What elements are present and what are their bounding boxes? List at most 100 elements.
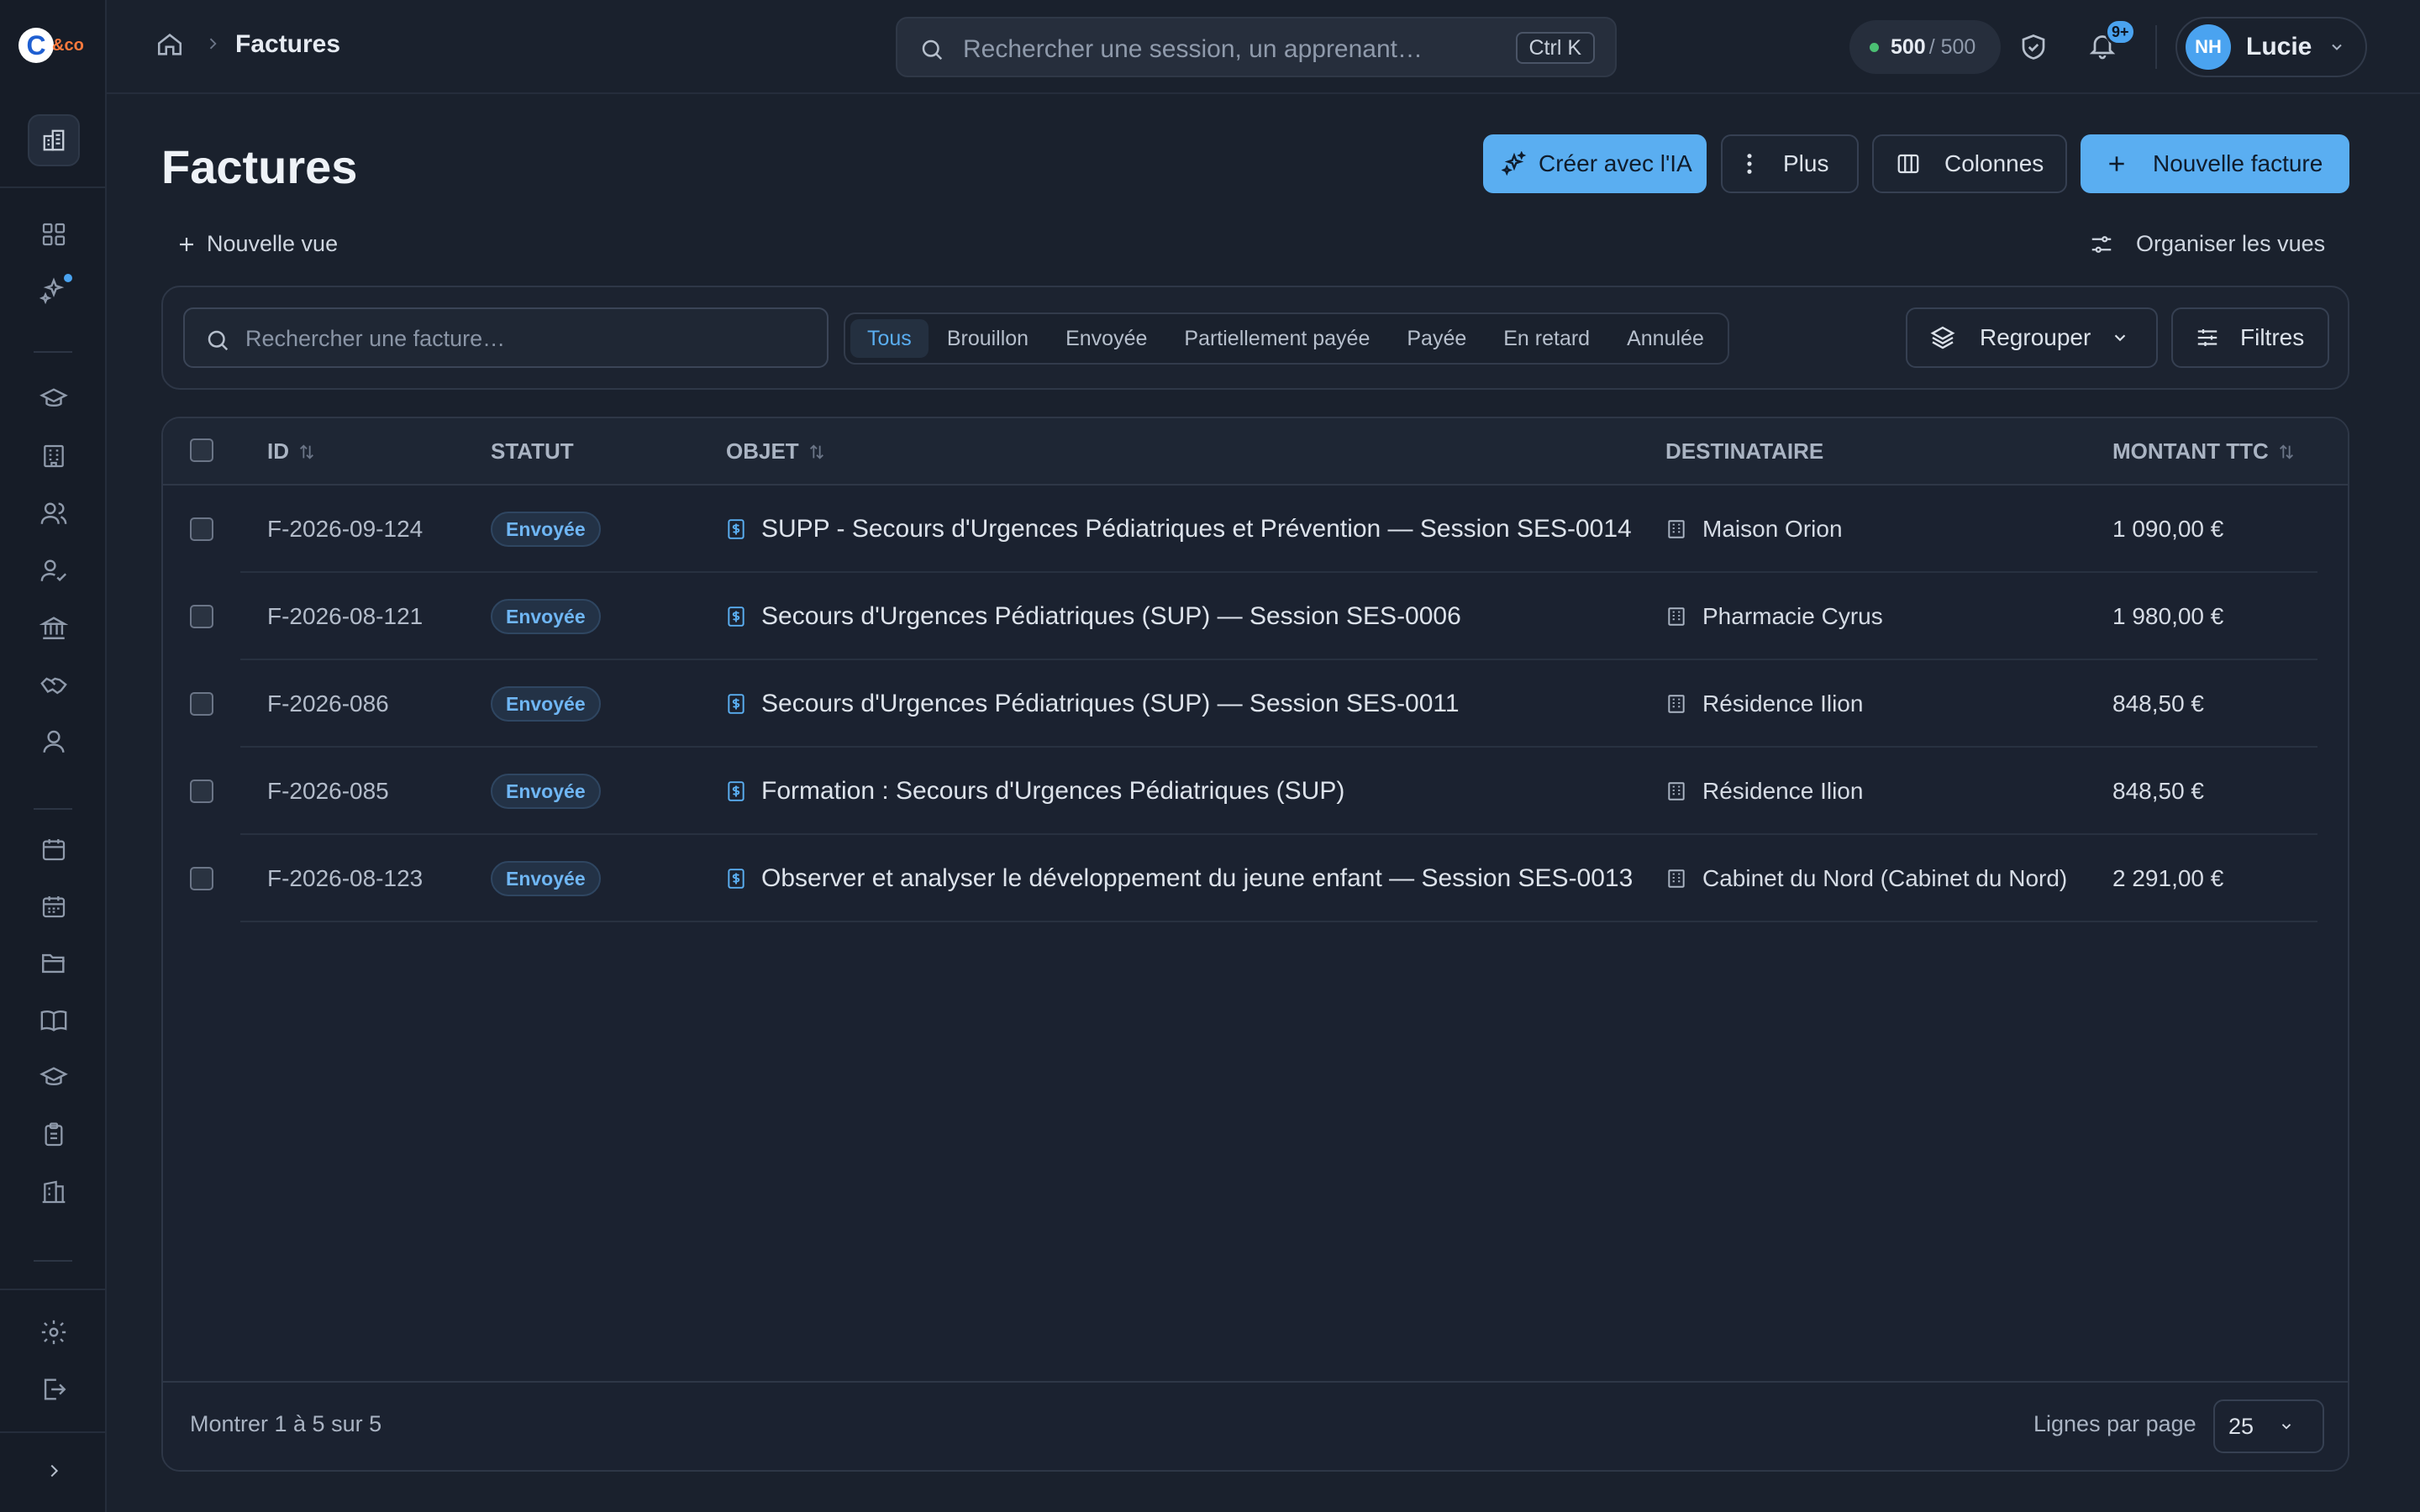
avatar: NH (2186, 24, 2231, 70)
group-by-button[interactable]: Regrouper (1906, 307, 2158, 368)
dashboard-icon (42, 223, 66, 246)
user-menu[interactable]: NH Lucie (2175, 17, 2367, 77)
invoice-document-icon (726, 518, 746, 540)
sidebar-item-logout[interactable] (28, 1363, 80, 1415)
invoice-id: F-2026-08-121 (267, 603, 424, 629)
chevron-down-icon (2111, 328, 2129, 347)
sidebar-item-organization[interactable] (28, 114, 80, 166)
office-icon (42, 1180, 66, 1204)
sidebar-item-documents[interactable] (28, 937, 80, 990)
new-invoice-button[interactable]: Nouvelle facture (2081, 134, 2349, 193)
tab-partially-paid[interactable]: Partiellement payée (1165, 319, 1388, 358)
home-icon (157, 34, 182, 55)
column-header-object[interactable]: OBJET (726, 438, 826, 465)
logo-mark: C (18, 28, 54, 63)
tab-all[interactable]: Tous (850, 319, 929, 358)
invoice-recipient: Résidence Ilion (1702, 778, 1864, 804)
row-checkbox[interactable] (190, 605, 213, 628)
invoice-amount: 1 980,00 € (2112, 603, 2224, 629)
sidebar-item-calendar[interactable] (28, 823, 80, 875)
invoice-search-placeholder: Rechercher une facture… (245, 326, 506, 351)
row-checkbox[interactable] (190, 867, 213, 890)
column-recipient-label: DESTINATAIRE (1665, 438, 1824, 464)
column-amount-label: MONTANT TTC (2112, 438, 2269, 464)
tab-sent[interactable]: Envoyée (1047, 319, 1165, 358)
table-footer: Montrer 1 à 5 sur 5 Lignes par page 25 (163, 1381, 2348, 1470)
create-with-ai-button[interactable]: Créer avec l'IA (1483, 134, 1707, 193)
sparkle-icon (1502, 151, 1527, 176)
graduation-icon (39, 388, 68, 407)
invoice-recipient: Pharmacie Cyrus (1702, 603, 1883, 629)
sidebar-item-evaluations[interactable] (28, 1109, 80, 1161)
global-search-placeholder: Rechercher une session, un apprenant… (963, 35, 1423, 63)
credits-used: 500 (1891, 34, 1926, 59)
table-row[interactable]: F-2026-085 Envoyée Formation : Secours d… (163, 748, 2348, 835)
breadcrumb-current: Factures (235, 30, 341, 58)
invoice-object: Secours d'Urgences Pédiatriques (SUP) — … (761, 690, 1460, 717)
sidebar-item-planning[interactable] (28, 880, 80, 932)
column-header-id[interactable]: ID (267, 438, 316, 465)
building-chart-icon (43, 129, 65, 151)
new-view-button[interactable]: Nouvelle vue (176, 231, 338, 257)
security-button[interactable] (2018, 32, 2049, 62)
row-checkbox[interactable] (190, 780, 213, 803)
tab-draft[interactable]: Brouillon (929, 319, 1047, 358)
building-icon (1665, 518, 1687, 540)
breadcrumb-home[interactable] (155, 30, 184, 59)
status-badge: Envoyée (491, 686, 601, 722)
folder-icon (42, 953, 65, 974)
invoice-recipient: Cabinet du Nord (Cabinet du Nord) (1702, 865, 2068, 891)
select-all-checkbox[interactable] (190, 438, 213, 462)
sidebar-item-ai[interactable] (28, 264, 80, 316)
new-view-label: Nouvelle vue (207, 231, 339, 256)
column-id-label: ID (267, 438, 289, 464)
status-badge: Envoyée (491, 861, 601, 896)
invoice-search-input[interactable]: Rechercher une facture… (183, 307, 829, 368)
sidebar-expand-button[interactable] (28, 1445, 80, 1497)
row-checkbox[interactable] (190, 517, 213, 541)
table-row[interactable]: F-2026-08-121 Envoyée Secours d'Urgences… (163, 573, 2348, 660)
sidebar-item-trainers[interactable] (28, 544, 80, 596)
breadcrumb-separator (204, 35, 221, 52)
tab-overdue[interactable]: En retard (1485, 319, 1608, 358)
row-checkbox[interactable] (190, 692, 213, 716)
tab-paid[interactable]: Payée (1388, 319, 1485, 358)
sidebar-item-rooms[interactable] (28, 1166, 80, 1218)
rows-per-page-select[interactable]: 25 (2213, 1399, 2324, 1453)
invoice-id: F-2026-08-123 (267, 865, 424, 891)
sidebar-item-companies[interactable] (28, 430, 80, 482)
organize-views-button[interactable]: Organiser les vues (2089, 231, 2325, 257)
column-header-amount[interactable]: MONTANT TTC (2112, 438, 2296, 465)
sidebar-item-funders[interactable] (28, 601, 80, 654)
columns-label: Colonnes (1944, 150, 2044, 176)
sidebar-item-certifications[interactable] (28, 1052, 80, 1104)
app-logo[interactable]: C &co (18, 27, 89, 64)
invoice-document-icon (726, 606, 746, 627)
sidebar-item-settings[interactable] (28, 1306, 80, 1358)
invoice-amount: 1 090,00 € (2112, 516, 2224, 542)
sidebar-item-partners[interactable] (28, 659, 80, 711)
sort-icon (2277, 443, 2296, 461)
sidebar-item-catalog[interactable] (28, 995, 80, 1047)
contacts-icon (43, 730, 65, 753)
sidebar-item-trainings[interactable] (28, 373, 80, 425)
table-row[interactable]: F-2026-086 Envoyée Secours d'Urgences Pé… (163, 660, 2348, 748)
sidebar-item-dashboard[interactable] (28, 208, 80, 260)
organize-views-label: Organiser les vues (2136, 231, 2326, 256)
global-search[interactable]: Rechercher une session, un apprenant… Ct… (896, 17, 1617, 77)
shield-check-icon (2022, 34, 2045, 60)
table-row[interactable]: F-2026-08-123 Envoyée Observer et analys… (163, 835, 2348, 922)
credits-counter[interactable]: 500 / 500 (1849, 20, 2001, 74)
sidebar-item-learners[interactable] (28, 487, 80, 539)
table-row[interactable]: F-2026-09-124 Envoyée SUPP - Secours d'U… (163, 486, 2348, 573)
tab-cancelled[interactable]: Annulée (1608, 319, 1723, 358)
filters-button[interactable]: Filtres (2171, 307, 2329, 368)
more-vertical-icon (1747, 154, 1752, 174)
building-icon (1665, 868, 1687, 890)
columns-button[interactable]: Colonnes (1872, 134, 2067, 193)
more-button[interactable]: Plus (1721, 134, 1859, 193)
sidebar-item-contacts[interactable] (28, 716, 80, 768)
plus-icon (180, 237, 193, 251)
handshake-icon (40, 677, 67, 695)
invoice-object: Secours d'Urgences Pédiatriques (SUP) — … (761, 602, 1461, 630)
